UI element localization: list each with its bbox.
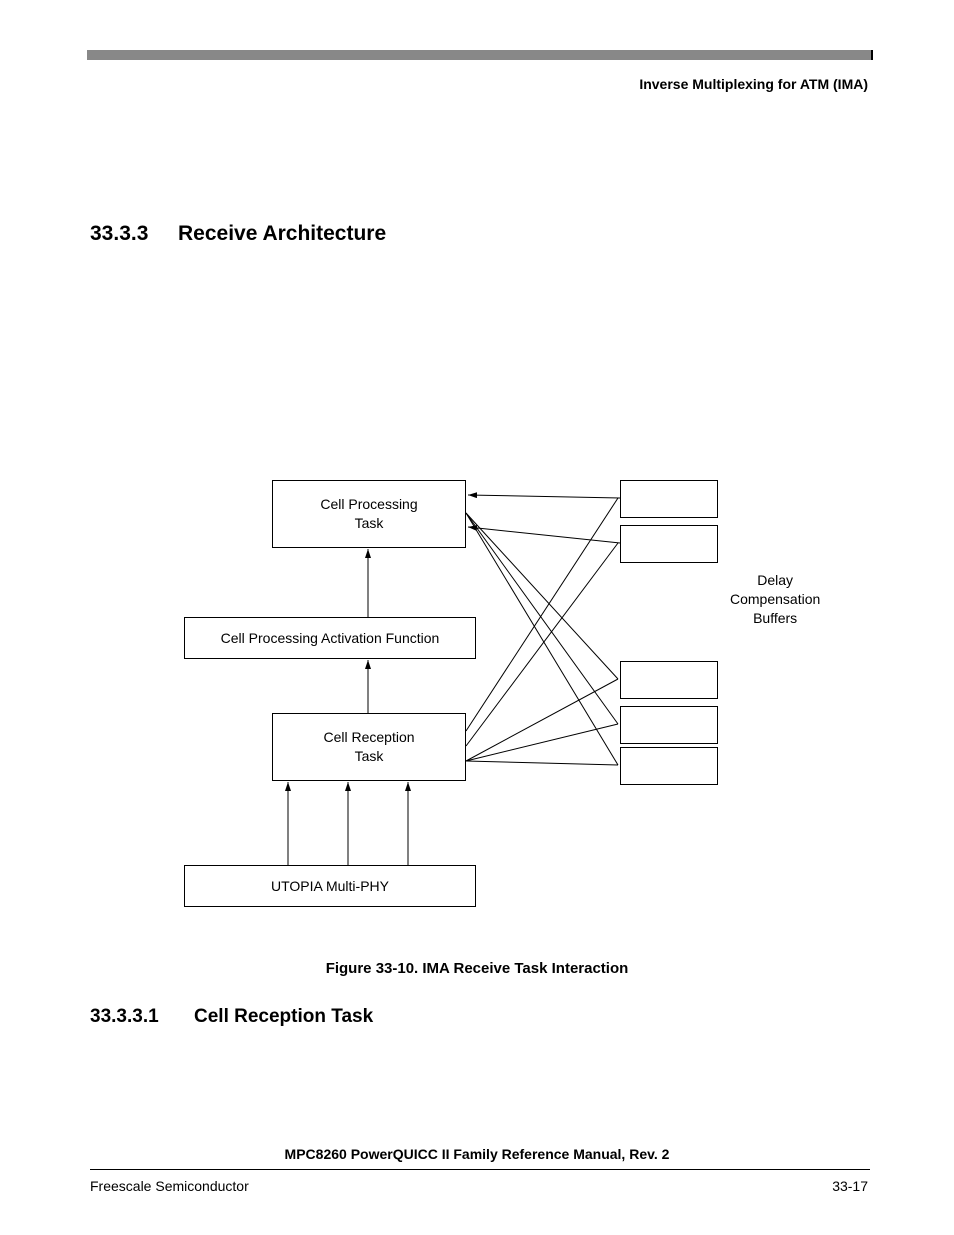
buffer-box bbox=[620, 525, 718, 563]
box-cell-reception-task: Cell Reception Task bbox=[272, 713, 466, 781]
buffer-box bbox=[620, 661, 718, 699]
footer-company: Freescale Semiconductor bbox=[90, 1178, 249, 1194]
footer-rule bbox=[90, 1169, 870, 1170]
box-label: Cell Reception Task bbox=[323, 728, 414, 766]
box-utopia-multiphy: UTOPIA Multi-PHY bbox=[184, 865, 476, 907]
figure-diagram: Cell Processing Task Cell Processing Act… bbox=[90, 465, 870, 945]
box-cell-processing-task: Cell Processing Task bbox=[272, 480, 466, 548]
subsection-title: Cell Reception Task bbox=[194, 1006, 373, 1028]
footer-manual-title: MPC8260 PowerQUICC II Family Reference M… bbox=[0, 1146, 954, 1162]
section-title: Receive Architecture bbox=[178, 222, 386, 246]
section-number: 33.3.3 bbox=[90, 222, 148, 246]
buffers-label: Delay Compensation Buffers bbox=[730, 571, 820, 628]
buffers-label-text: Delay Compensation Buffers bbox=[730, 572, 820, 626]
header-bar bbox=[87, 50, 873, 60]
footer-page-number: 33-17 bbox=[832, 1178, 868, 1194]
buffer-box bbox=[620, 747, 718, 785]
box-label: Cell Processing Task bbox=[320, 495, 417, 533]
box-label: UTOPIA Multi-PHY bbox=[271, 877, 389, 896]
box-label: Cell Processing Activation Function bbox=[221, 629, 440, 648]
chapter-title: Inverse Multiplexing for ATM (IMA) bbox=[639, 76, 868, 92]
box-activation-function: Cell Processing Activation Function bbox=[184, 617, 476, 659]
buffer-box bbox=[620, 480, 718, 518]
buffer-box bbox=[620, 706, 718, 744]
figure-caption: Figure 33-10. IMA Receive Task Interacti… bbox=[0, 960, 954, 977]
subsection-number: 33.3.3.1 bbox=[90, 1006, 159, 1028]
